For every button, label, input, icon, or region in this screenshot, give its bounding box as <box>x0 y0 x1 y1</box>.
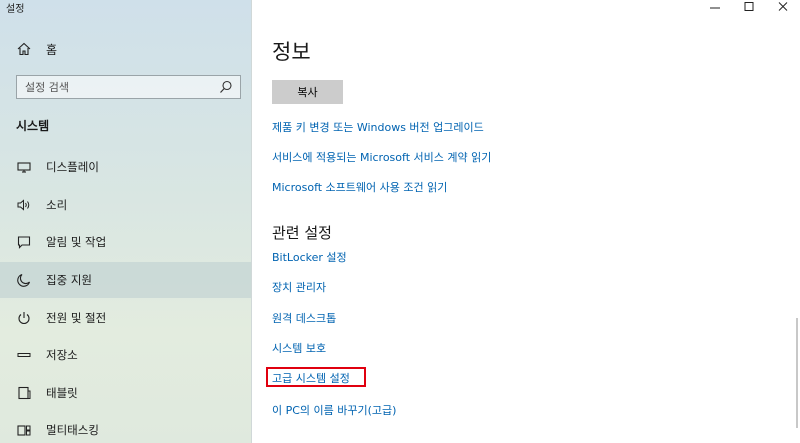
close-button[interactable] <box>766 0 800 14</box>
minimize-icon <box>710 7 720 9</box>
sidebar: 설정 홈 시스템 디스플레이 소리 알림 및 작업 집중 지원 <box>0 0 252 443</box>
tablet-icon <box>16 385 32 401</box>
link-change-product-key[interactable]: 제품 키 변경 또는 Windows 버전 업그레이드 <box>272 119 484 135</box>
sidebar-item-label: 집중 지원 <box>46 273 92 287</box>
power-icon <box>16 310 32 326</box>
maximize-button[interactable] <box>732 0 766 14</box>
sidebar-item-label: 전원 및 절전 <box>46 311 107 325</box>
link-device-manager[interactable]: 장치 관리자 <box>272 279 326 295</box>
link-remote-desktop[interactable]: 원격 데스크톱 <box>272 310 336 326</box>
search-box[interactable] <box>16 75 241 99</box>
link-system-protection[interactable]: 시스템 보호 <box>272 340 326 356</box>
sidebar-item-label: 태블릿 <box>46 386 78 400</box>
sidebar-item-label: 멀티태스킹 <box>46 423 99 437</box>
maximize-icon <box>744 2 754 11</box>
sidebar-item-focus-assist[interactable]: 집중 지원 <box>0 262 252 298</box>
sidebar-item-storage[interactable]: 저장소 <box>0 337 252 373</box>
close-icon <box>778 2 788 11</box>
link-service-agreement[interactable]: 서비스에 적용되는 Microsoft 서비스 계약 읽기 <box>272 149 491 165</box>
link-license-terms[interactable]: Microsoft 소프트웨어 사용 조건 읽기 <box>272 179 447 195</box>
home-icon <box>16 41 32 57</box>
home-label: 홈 <box>46 42 58 57</box>
section-label-system: 시스템 <box>16 119 50 133</box>
multitasking-icon <box>16 422 32 438</box>
search-icon[interactable] <box>219 80 233 94</box>
highlight-box <box>266 367 366 387</box>
sidebar-home[interactable]: 홈 <box>16 40 57 58</box>
scrollbar[interactable] <box>796 318 798 428</box>
moon-icon <box>16 272 32 288</box>
search-input[interactable] <box>17 76 219 98</box>
sidebar-item-label: 알림 및 작업 <box>46 235 107 249</box>
sidebar-item-label: 디스플레이 <box>46 160 99 174</box>
main-content: 정보 복사 제품 키 변경 또는 Windows 버전 업그레이드 서비스에 적… <box>253 0 800 443</box>
link-rename-pc-advanced[interactable]: 이 PC의 이름 바꾸기(고급) <box>272 402 396 418</box>
page-title: 정보 <box>272 40 311 64</box>
sidebar-item-display[interactable]: 디스플레이 <box>0 149 252 185</box>
sidebar-item-notifications[interactable]: 알림 및 작업 <box>0 224 252 260</box>
sidebar-item-multitasking[interactable]: 멀티태스킹 <box>0 412 252 443</box>
copy-button[interactable]: 복사 <box>272 80 343 104</box>
sidebar-item-power[interactable]: 전원 및 절전 <box>0 300 252 336</box>
monitor-icon <box>16 159 32 175</box>
related-settings-title: 관련 설정 <box>272 224 332 242</box>
window-title: 설정 <box>6 4 25 15</box>
sidebar-item-sound[interactable]: 소리 <box>0 187 252 223</box>
link-bitlocker-settings[interactable]: BitLocker 설정 <box>272 249 347 265</box>
window-controls <box>698 0 800 14</box>
storage-icon <box>16 347 32 363</box>
notification-icon <box>16 234 32 250</box>
sidebar-item-label: 저장소 <box>46 348 78 362</box>
sidebar-item-tablet[interactable]: 태블릿 <box>0 375 252 411</box>
sidebar-item-label: 소리 <box>46 198 68 212</box>
minimize-button[interactable] <box>698 0 732 14</box>
speaker-icon <box>16 197 32 213</box>
